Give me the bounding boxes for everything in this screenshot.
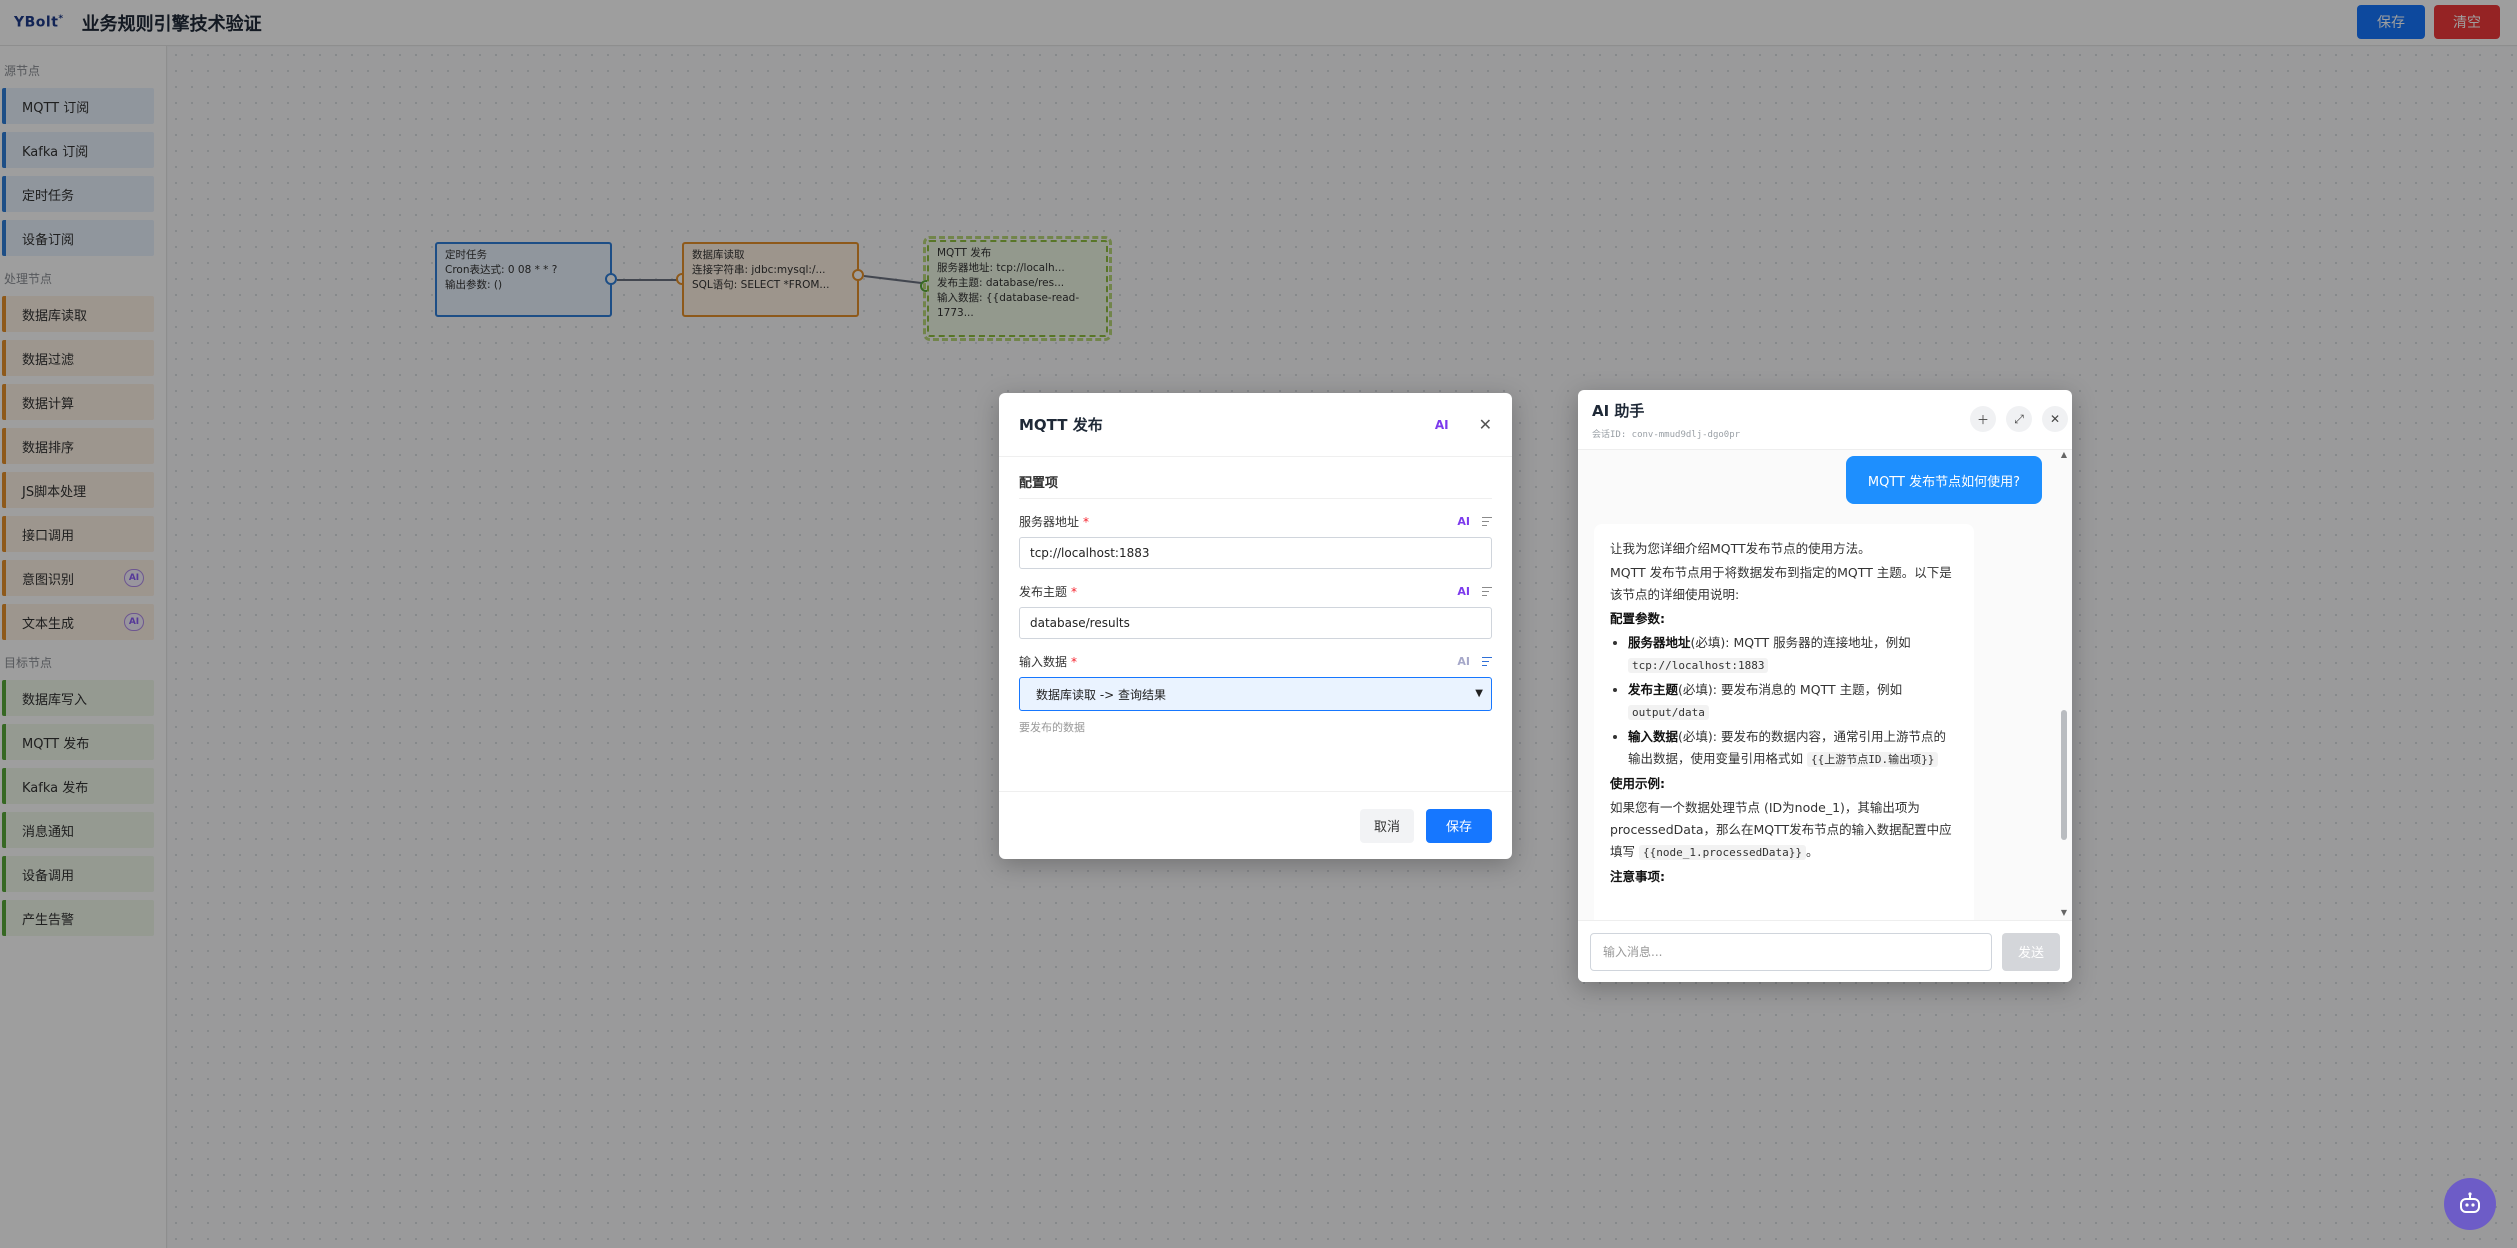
dialog-body: 配置项 服务器地址 * AI tcp://localhost:1883 发布主题 *…	[999, 457, 1512, 735]
field-hint: 要发布的数据	[1019, 721, 1085, 734]
field-server: 服务器地址 * AI tcp://localhost:1883	[1019, 511, 1492, 569]
dialog-title: MQTT 发布	[1019, 416, 1103, 434]
ai-assist-button[interactable]: AI	[1435, 418, 1449, 432]
assistant-header: AI 助手 会话ID: conv-mmud9dlj-dgo0pr ＋ ⤢ ✕	[1578, 390, 2072, 450]
message-input[interactable]: 输入消息...	[1590, 932, 1992, 971]
assistant-footer: 输入消息... 发送	[1578, 920, 2072, 982]
dialog-footer: 取消 保存	[999, 791, 1512, 859]
list-item: 服务器地址(必填): MQTT 服务器的连接地址，例如 tcp://localh…	[1628, 632, 1958, 677]
cancel-button[interactable]: 取消	[1359, 808, 1414, 843]
new-chat-icon[interactable]: ＋	[1970, 406, 1996, 432]
field-ai-button[interactable]: AI	[1457, 655, 1470, 668]
expand-icon[interactable]: ⤢	[2006, 406, 2032, 432]
ai-assistant-fab[interactable]	[2444, 1178, 2496, 1230]
field-ai-button[interactable]: AI	[1457, 515, 1470, 528]
scroll-up-icon[interactable]: ▲	[2060, 450, 2068, 462]
close-icon[interactable]: ✕	[2042, 406, 2068, 432]
field-label: 服务器地址	[1019, 514, 1080, 529]
field-ai-button[interactable]: AI	[1457, 585, 1470, 598]
dialog-header: MQTT 发布 AI ✕	[999, 393, 1512, 457]
section-title: 配置项	[1019, 469, 1492, 499]
scroll-down-icon[interactable]: ▼	[2060, 908, 2068, 920]
assistant-message: 让我为您详细介绍MQTT发布节点的使用方法。 MQTT 发布节点用于将数据发布到…	[1594, 524, 1974, 920]
list-item: 输入数据(必填): 要发布的数据内容，通常引用上游节点的输出数据，使用变量引用格…	[1628, 726, 1958, 771]
expression-icon[interactable]	[1482, 516, 1492, 526]
field-label: 发布主题	[1019, 584, 1068, 599]
user-message: MQTT 发布节点如何使用?	[1845, 456, 2042, 504]
required-mark: *	[1083, 514, 1090, 529]
mqtt-config-dialog: MQTT 发布 AI ✕ 配置项 服务器地址 * AI tcp://localho…	[999, 393, 1512, 859]
expression-icon[interactable]	[1482, 586, 1492, 596]
field-topic: 发布主题 * AI database/results	[1019, 581, 1492, 639]
input-data-select[interactable]: 数据库读取 -> 查询结果 ▼	[1019, 677, 1492, 711]
required-mark: *	[1071, 584, 1078, 599]
close-icon[interactable]: ✕	[1479, 415, 1492, 434]
dialog-save-button[interactable]: 保存	[1426, 808, 1492, 843]
field-label: 输入数据	[1019, 654, 1068, 669]
list-item: 发布主题(必填): 要发布消息的 MQTT 主题，例如 output/data	[1628, 679, 1958, 724]
robot-icon	[2460, 1192, 2480, 1213]
param-list: 服务器地址(必填): MQTT 服务器的连接地址，例如 tcp://localh…	[1610, 632, 1958, 771]
ai-assistant-panel: AI 助手 会话ID: conv-mmud9dlj-dgo0pr ＋ ⤢ ✕ M…	[1578, 390, 2072, 982]
required-mark: *	[1071, 654, 1078, 669]
publish-topic-input[interactable]: database/results	[1019, 607, 1492, 639]
field-input-data: 输入数据 * AI 数据库读取 -> 查询结果 ▼ 要发布的数据	[1019, 651, 1492, 735]
chat-scrollbar[interactable]: ▲ ▼	[2060, 450, 2068, 920]
expression-icon[interactable]	[1482, 656, 1492, 666]
server-address-input[interactable]: tcp://localhost:1883	[1019, 537, 1492, 569]
chat-messages[interactable]: MQTT 发布节点如何使用? 让我为您详细介绍MQTT发布节点的使用方法。 MQ…	[1578, 450, 2072, 920]
scroll-thumb[interactable]	[2061, 710, 2067, 840]
send-button[interactable]: 发送	[2002, 932, 2060, 971]
chevron-down-icon: ▼	[1475, 688, 1483, 699]
